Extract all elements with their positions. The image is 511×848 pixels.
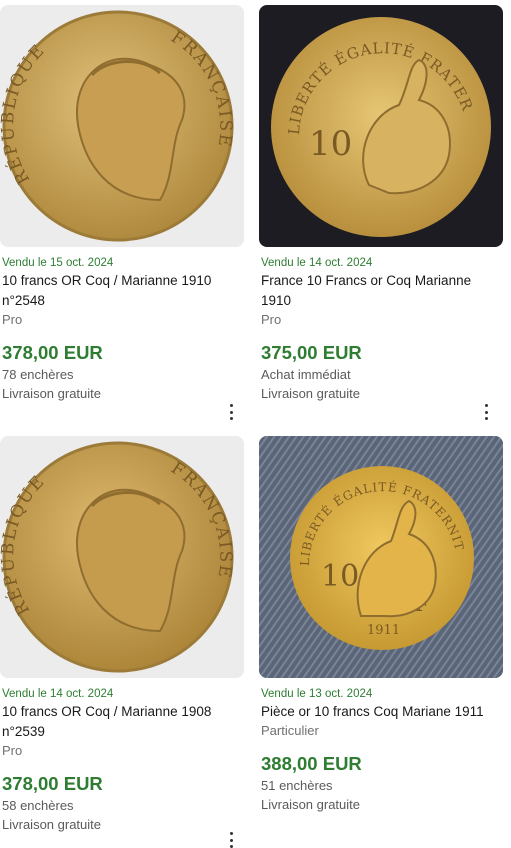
coin-marianne-image[interactable]: RÉPUBLIQUE FRANÇAISE: [0, 5, 244, 247]
more-options-icon[interactable]: [226, 832, 236, 848]
coin-marianne-image[interactable]: RÉPUBLIQUE FRANÇAISE: [0, 436, 244, 678]
sold-date: Vendu le 15 oct. 2024: [2, 257, 114, 269]
listing-price: 375,00 EUR: [261, 342, 362, 363]
sold-date: Vendu le 13 oct. 2024: [261, 688, 373, 700]
listing-price: 388,00 EUR: [261, 753, 362, 774]
shipping-info: Livraison gratuite: [2, 386, 101, 401]
coin-marianne-icon: RÉPUBLIQUE FRANÇAISE: [0, 10, 234, 242]
listing-title[interactable]: 10 francs OR Coq / Marianne 1908 n°2539: [2, 702, 244, 742]
seller-type: Particulier: [261, 723, 319, 738]
coin-rooster-icon: LIBERTÉ ÉGALITÉ FRATERNITÉ 10 F 1911: [259, 436, 503, 678]
coin-rooster-icon: LIBERTÉ ÉGALITÉ FRATERNITÉ 10: [259, 5, 491, 237]
bids-count: 51 enchères: [261, 778, 333, 793]
sold-date: Vendu le 14 oct. 2024: [261, 257, 373, 269]
seller-type: Pro: [261, 312, 282, 327]
listing-title[interactable]: 10 francs OR Coq / Marianne 1910 n°2548: [2, 271, 244, 311]
shipping-info: Livraison gratuite: [261, 797, 360, 812]
coin-marianne-icon: RÉPUBLIQUE FRANÇAISE: [0, 441, 234, 673]
seller-type: Pro: [2, 312, 23, 327]
bids-count: 78 enchères: [2, 367, 74, 382]
seller-type: Pro: [2, 743, 23, 758]
svg-text:10: 10: [321, 559, 359, 594]
coin-rooster-image[interactable]: LIBERTÉ ÉGALITÉ FRATERNITÉ 10 F 1911: [259, 436, 503, 678]
sold-date: Vendu le 14 oct. 2024: [2, 688, 114, 700]
shipping-info: Livraison gratuite: [261, 386, 360, 401]
listing-title[interactable]: France 10 Francs or Coq Marianne 1910: [261, 271, 503, 311]
svg-text:1911: 1911: [367, 623, 400, 638]
listing-title[interactable]: Pièce or 10 francs Coq Mariane 1911: [261, 702, 503, 722]
listing-price: 378,00 EUR: [2, 773, 103, 794]
more-options-icon[interactable]: [481, 404, 491, 420]
more-options-icon[interactable]: [226, 404, 236, 420]
shipping-info: Livraison gratuite: [2, 817, 101, 832]
purchase-type: Achat immédiat: [261, 367, 351, 382]
listing-price: 378,00 EUR: [2, 342, 103, 363]
coin-rooster-image[interactable]: LIBERTÉ ÉGALITÉ FRATERNITÉ 10: [259, 5, 503, 247]
bids-count: 58 enchères: [2, 798, 74, 813]
svg-text:10: 10: [309, 124, 352, 164]
